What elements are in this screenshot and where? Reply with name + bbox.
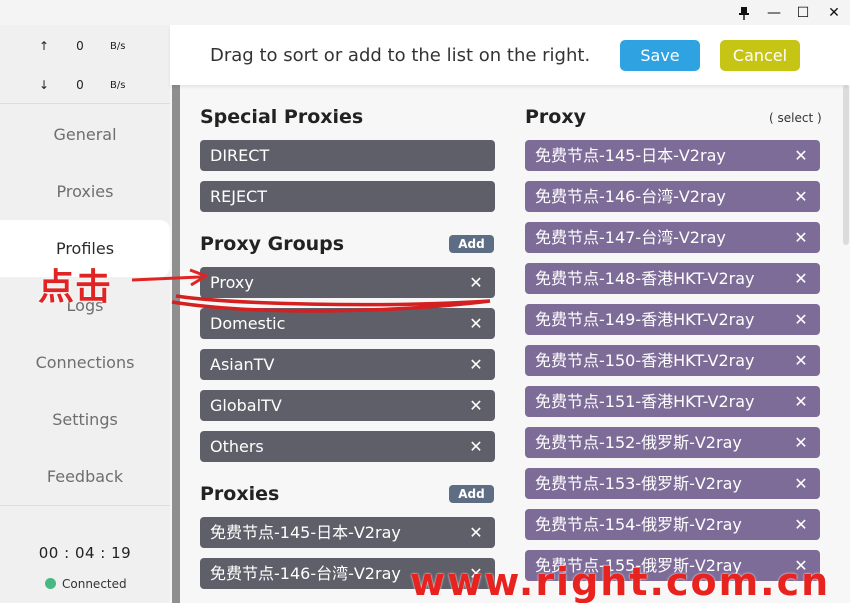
- right-scrollbar[interactable]: [843, 85, 849, 245]
- upload-speed: ↑ 0 B/s: [0, 37, 170, 57]
- proxy-group-item-label: Others: [210, 437, 264, 456]
- selected-proxy-item-label: 免费节点-154-俄罗斯-V2ray: [535, 515, 742, 534]
- download-value: 0: [76, 78, 84, 92]
- selected-proxy-item-label: 免费节点-148-香港HKT-V2ray: [535, 269, 755, 288]
- upload-unit: B/s: [110, 41, 126, 52]
- download-arrow-icon: ↓: [38, 78, 50, 92]
- selected-proxy-item-label: 免费节点-152-俄罗斯-V2ray: [535, 433, 742, 452]
- traffic-stats: ↑ 0 B/s ↓ 0 B/s: [0, 25, 170, 104]
- status-text: Connected: [62, 577, 127, 591]
- selected-proxy-item-label: 免费节点-149-香港HKT-V2ray: [535, 310, 755, 329]
- remove-icon[interactable]: ✕: [469, 390, 483, 421]
- selected-proxy-item-label: 免费节点-153-俄罗斯-V2ray: [535, 474, 742, 493]
- remove-icon[interactable]: ✕: [469, 308, 483, 339]
- proxy-groups-title: Proxy Groups: [200, 233, 345, 255]
- download-unit: B/s: [110, 80, 126, 91]
- proxy-group-item[interactable]: Others ✕: [200, 431, 495, 462]
- sidebar-item-feedback[interactable]: Feedback: [0, 448, 170, 505]
- selected-proxy-item[interactable]: 免费节点-154-俄罗斯-V2ray ✕: [525, 509, 820, 540]
- watermark: www.right.com.cn: [410, 560, 831, 603]
- selected-proxy-item[interactable]: 免费节点-151-香港HKT-V2ray ✕: [525, 386, 820, 417]
- sidebar-item-settings[interactable]: Settings: [0, 391, 170, 448]
- selected-proxy-item-label: 免费节点-146-台湾-V2ray: [535, 187, 726, 206]
- selected-proxy-item[interactable]: 免费节点-145-日本-V2ray ✕: [525, 140, 820, 171]
- save-button[interactable]: Save: [620, 40, 700, 71]
- remove-icon[interactable]: ✕: [794, 386, 808, 417]
- selected-proxy-item[interactable]: 免费节点-150-香港HKT-V2ray ✕: [525, 345, 820, 376]
- selected-proxy-item[interactable]: 免费节点-153-俄罗斯-V2ray ✕: [525, 468, 820, 499]
- status-dot-icon: [45, 578, 56, 589]
- selected-proxy-item[interactable]: 免费节点-149-香港HKT-V2ray ✕: [525, 304, 820, 335]
- selected-proxy-item-label: 免费节点-145-日本-V2ray: [535, 146, 726, 165]
- add-proxy-button[interactable]: Add: [449, 485, 494, 503]
- remove-icon[interactable]: ✕: [794, 509, 808, 540]
- proxy-group-title: Proxy: [525, 106, 586, 128]
- proxies-title: Proxies: [200, 483, 280, 505]
- selected-proxy-item[interactable]: 免费节点-148-香港HKT-V2ray ✕: [525, 263, 820, 294]
- proxy-group-item-label: Proxy: [210, 273, 254, 292]
- header-instruction: Drag to sort or add to the list on the r…: [210, 45, 591, 66]
- proxy-group-item-label: Domestic: [210, 314, 286, 333]
- close-window-button[interactable]: ✕: [823, 3, 845, 23]
- special-proxy-item[interactable]: DIRECT: [200, 140, 495, 171]
- sidebar: ↑ 0 B/s ↓ 0 B/s General Proxies Profiles…: [0, 25, 170, 603]
- selected-proxy-item-label: 免费节点-147-台湾-V2ray: [535, 228, 726, 247]
- proxy-group-item[interactable]: Proxy ✕: [200, 267, 495, 298]
- cancel-button[interactable]: Cancel: [720, 40, 800, 71]
- maximize-button[interactable]: ☐: [792, 3, 814, 23]
- connection-status: Connected: [45, 577, 127, 591]
- add-group-button[interactable]: Add: [449, 235, 494, 253]
- remove-icon[interactable]: ✕: [469, 349, 483, 380]
- selected-proxy-item[interactable]: 免费节点-147-台湾-V2ray ✕: [525, 222, 820, 253]
- proxy-item-label: 免费节点-146-台湾-V2ray: [210, 564, 401, 583]
- sidebar-item-proxies[interactable]: Proxies: [0, 163, 170, 220]
- special-proxies-title: Special Proxies: [200, 106, 364, 128]
- editor-header: Drag to sort or add to the list on the r…: [170, 25, 850, 85]
- selected-proxy-item[interactable]: 免费节点-152-俄罗斯-V2ray ✕: [525, 427, 820, 458]
- remove-icon[interactable]: ✕: [469, 267, 483, 298]
- remove-icon[interactable]: ✕: [794, 263, 808, 294]
- sidebar-footer: 00 : 04 : 19 Connected: [0, 505, 170, 603]
- upload-value: 0: [76, 39, 84, 53]
- proxy-item[interactable]: 免费节点-145-日本-V2ray ✕: [200, 517, 495, 548]
- annotation-click-label: 点击: [38, 267, 113, 308]
- left-scrollbar[interactable]: [172, 85, 180, 603]
- download-speed: ↓ 0 B/s: [0, 76, 170, 96]
- pin-icon[interactable]: [733, 3, 755, 23]
- selected-proxy-item-label: 免费节点-151-香港HKT-V2ray: [535, 392, 755, 411]
- remove-icon[interactable]: ✕: [469, 517, 483, 548]
- proxy-group-item-label: AsianTV: [210, 355, 275, 374]
- selected-proxy-item[interactable]: 免费节点-146-台湾-V2ray ✕: [525, 181, 820, 212]
- remove-icon[interactable]: ✕: [794, 304, 808, 335]
- remove-icon[interactable]: ✕: [794, 222, 808, 253]
- remove-icon[interactable]: ✕: [794, 427, 808, 458]
- remove-icon[interactable]: ✕: [794, 345, 808, 376]
- remove-icon[interactable]: ✕: [794, 140, 808, 171]
- sidebar-item-general[interactable]: General: [0, 106, 170, 163]
- window-titlebar: — ☐ ✕: [0, 0, 850, 25]
- upload-arrow-icon: ↑: [38, 39, 50, 53]
- proxy-group-item-label: GlobalTV: [210, 396, 282, 415]
- proxy-group-item[interactable]: GlobalTV ✕: [200, 390, 495, 421]
- remove-icon[interactable]: ✕: [469, 431, 483, 462]
- remove-icon[interactable]: ✕: [794, 181, 808, 212]
- special-proxy-item[interactable]: REJECT: [200, 181, 495, 212]
- proxy-group-item[interactable]: AsianTV ✕: [200, 349, 495, 380]
- uptime-clock: 00 : 04 : 19: [38, 544, 132, 562]
- proxy-group-item[interactable]: Domestic ✕: [200, 308, 495, 339]
- proxy-group-type: ( select ): [769, 111, 822, 125]
- proxy-item-label: 免费节点-145-日本-V2ray: [210, 523, 401, 542]
- remove-icon[interactable]: ✕: [794, 468, 808, 499]
- minimize-button[interactable]: —: [763, 3, 785, 23]
- selected-proxy-item-label: 免费节点-150-香港HKT-V2ray: [535, 351, 755, 370]
- sidebar-item-connections[interactable]: Connections: [0, 334, 170, 391]
